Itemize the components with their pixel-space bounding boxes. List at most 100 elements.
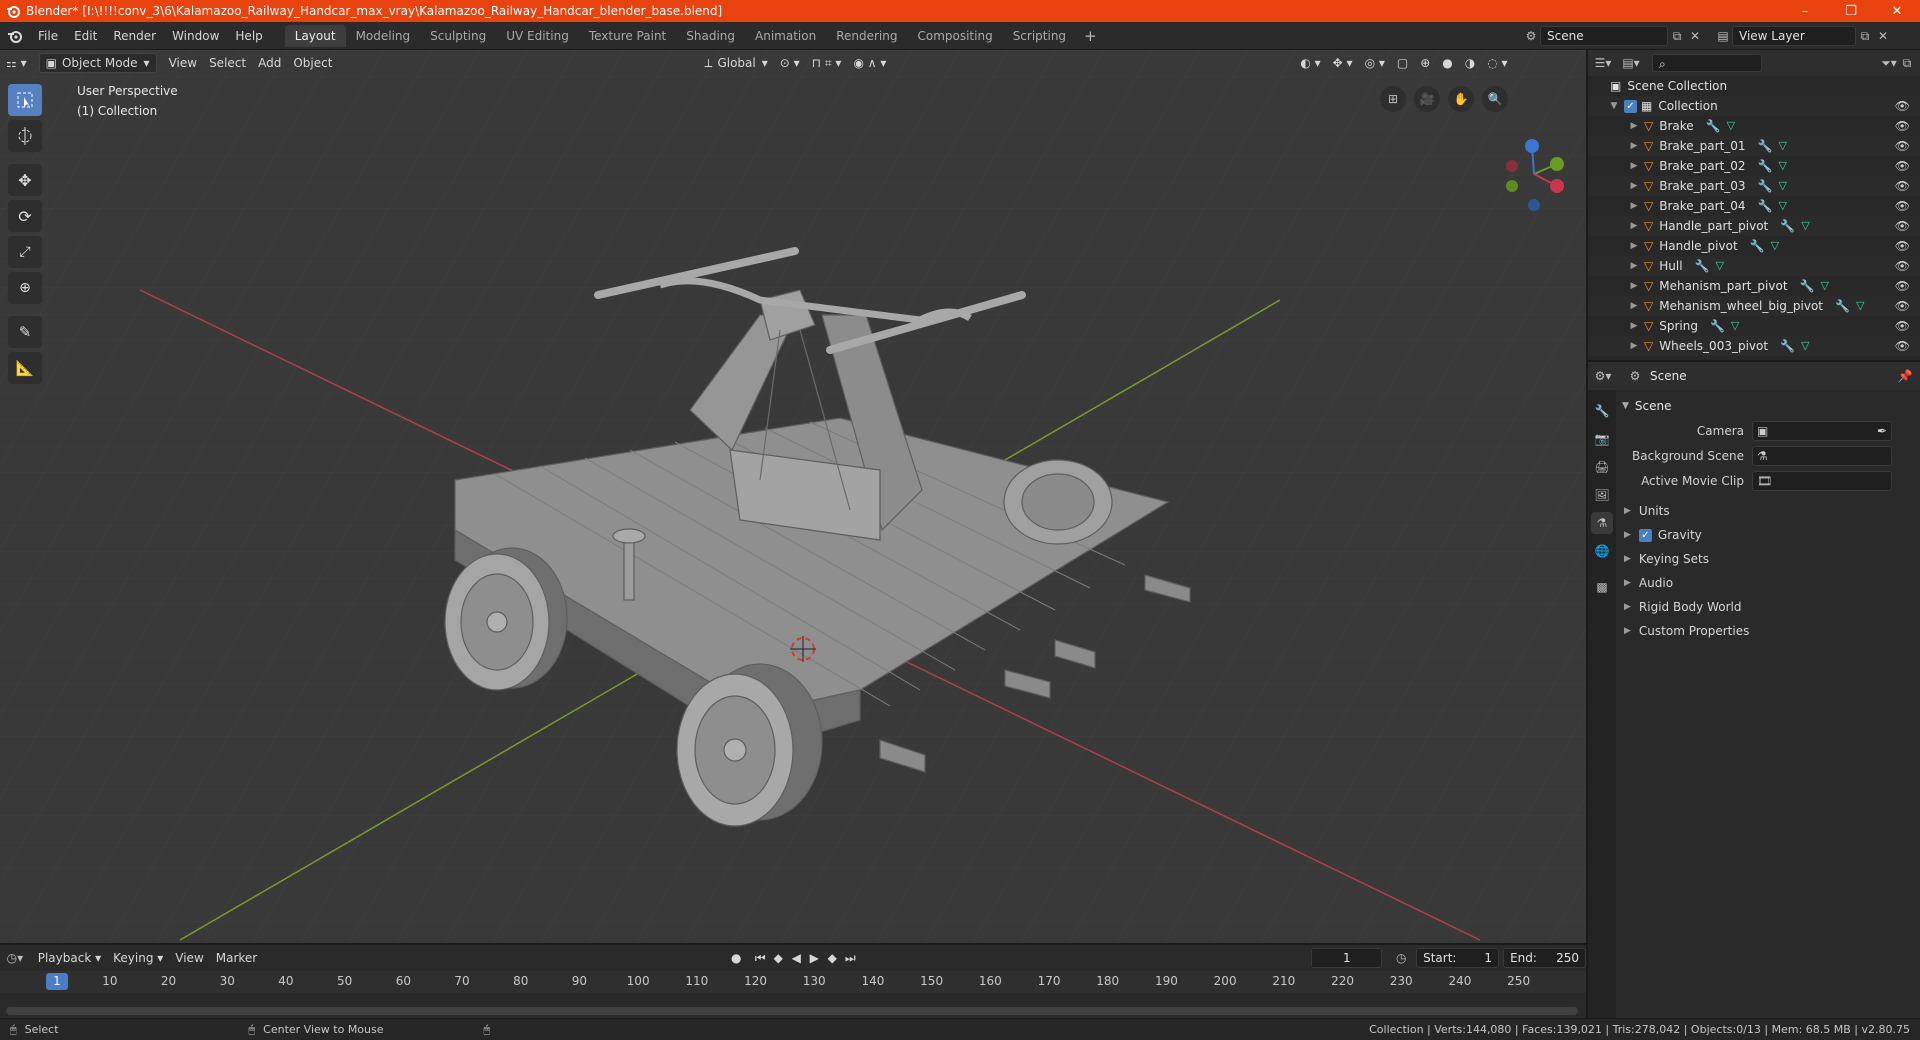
wireframe-shading-icon[interactable]: ⊕ [1414, 53, 1436, 73]
movie-clip-field[interactable]: 🎞 [1752, 470, 1892, 491]
play-reverse-icon[interactable]: ◀ [787, 951, 805, 965]
gizmo-toggle-icon[interactable]: ✥ ▾ [1327, 53, 1359, 73]
add-workspace-button[interactable]: + [1076, 27, 1105, 45]
tab-layout[interactable]: Layout [284, 24, 346, 47]
expand-arrow-icon[interactable]: ▶ [1628, 221, 1640, 231]
mesh-data-icon[interactable]: ▽ [1779, 199, 1787, 213]
next-keyframe-icon[interactable]: ◆ [823, 951, 841, 965]
material-shading-icon[interactable]: ◑ [1459, 53, 1481, 73]
current-frame-indicator[interactable]: 1 [46, 973, 68, 990]
tab-uv-editing[interactable]: UV Editing [496, 25, 579, 47]
timeline-ruler[interactable]: 1 10 20 30 40 50 60 70 80 90 100 110 120 130 140 150 160… [0, 971, 1586, 993]
scale-tool-icon[interactable]: ⤢ [8, 236, 42, 268]
pin-icon[interactable]: 📌 [1896, 367, 1914, 385]
eye-icon[interactable]: 👁 [1895, 159, 1910, 173]
tab-animation[interactable]: Animation [745, 25, 826, 47]
eye-icon[interactable]: 👁 [1895, 139, 1910, 153]
eye-icon[interactable]: 👁 [1895, 339, 1910, 353]
mesh-data-icon[interactable]: ▽ [1801, 219, 1809, 233]
zoom-icon[interactable]: 🔍 [1482, 86, 1508, 112]
solid-shading-icon[interactable]: ● [1436, 53, 1458, 73]
expand-arrow-icon[interactable]: ▶ [1628, 341, 1640, 351]
editor-type-icon[interactable]: ⚙▾ [1594, 367, 1612, 385]
rigid-body-world-panel[interactable]: ▶ Rigid Body World [1616, 595, 1920, 619]
scene-tab-icon[interactable]: ⚗ [1591, 512, 1613, 534]
tab-texture-paint[interactable]: Texture Paint [579, 25, 676, 47]
tab-rendering[interactable]: Rendering [826, 25, 907, 47]
expand-arrow-icon[interactable]: ▶ [1628, 301, 1640, 311]
view-layer-field[interactable]: View Layer [1732, 26, 1856, 46]
outliner-object-row[interactable]: ▶ ▽ Mehanism_part_pivot 🔧 ▽ 👁 [1588, 276, 1920, 296]
wrench-icon[interactable]: 🔧 [1780, 339, 1795, 353]
timeline-scrollbar[interactable] [6, 1007, 1578, 1015]
expand-arrow-icon[interactable]: ▶ [1628, 281, 1640, 291]
mesh-data-icon[interactable]: ▽ [1727, 119, 1735, 133]
mesh-data-icon[interactable]: ▽ [1731, 319, 1739, 333]
jump-start-icon[interactable]: ⏮ [751, 951, 769, 966]
expand-arrow-icon[interactable]: ▶ [1628, 261, 1640, 271]
eye-icon[interactable]: 👁 [1895, 319, 1910, 333]
expand-arrow-icon[interactable]: ▶ [1628, 201, 1640, 211]
record-icon[interactable]: ● [727, 951, 745, 965]
scene-panel-header[interactable]: ▼ Scene [1616, 394, 1920, 418]
render-tab-icon[interactable]: 📷 [1591, 428, 1613, 450]
transform-tool-icon[interactable]: ⊕ [8, 272, 42, 304]
tab-scripting[interactable]: Scripting [1003, 25, 1076, 47]
menu-help[interactable]: Help [227, 25, 270, 47]
wrench-icon[interactable]: 🔧 [1758, 159, 1773, 173]
select-box-tool-icon[interactable] [8, 84, 42, 116]
expand-arrow-icon[interactable]: ▶ [1628, 161, 1640, 171]
wrench-icon[interactable]: 🔧 [1758, 139, 1773, 153]
view-menu[interactable]: View [163, 53, 203, 73]
wrench-icon[interactable]: 🔧 [1800, 279, 1815, 293]
maximize-button[interactable]: ❐ [1828, 0, 1874, 22]
new-view-layer-icon[interactable]: ⧉ [1856, 27, 1874, 45]
add-menu[interactable]: Add [252, 53, 287, 73]
play-icon[interactable]: ▶ [805, 951, 823, 965]
outliner-object-row[interactable]: ▶ ▽ Brake_part_04 🔧 ▽ 👁 [1588, 196, 1920, 216]
eye-icon[interactable]: 👁 [1895, 119, 1910, 133]
eye-icon[interactable]: 👁 [1895, 259, 1910, 273]
mode-dropdown[interactable]: ▣ Object Mode ▾ [38, 53, 157, 73]
delete-view-layer-icon[interactable]: ✕ [1874, 27, 1892, 45]
snap-icon[interactable]: ⊓ ⌗ ▾ [806, 53, 848, 73]
eye-icon[interactable]: 👁 [1895, 219, 1910, 233]
mesh-data-icon[interactable]: ▽ [1856, 299, 1864, 313]
wrench-icon[interactable]: 🔧 [1695, 259, 1710, 273]
expand-arrow-icon[interactable]: ▶ [1628, 141, 1640, 151]
output-tab-icon[interactable]: 🖨 [1591, 456, 1613, 478]
playback-menu[interactable]: Playback ▾ [32, 948, 107, 968]
keying-sets-panel[interactable]: ▶ Keying Sets [1616, 547, 1920, 571]
outliner-object-row[interactable]: ▶ ▽ Brake_part_01 🔧 ▽ 👁 [1588, 136, 1920, 156]
outliner-object-row[interactable]: ▶ ▽ Brake 🔧 ▽ 👁 [1588, 116, 1920, 136]
outliner-scene-collection[interactable]: ▣ Scene Collection [1588, 76, 1920, 96]
jump-end-icon[interactable]: ⏭ [841, 951, 859, 966]
eye-icon[interactable]: 👁 [1895, 199, 1910, 213]
prev-keyframe-icon[interactable]: ◆ [769, 951, 787, 965]
expand-arrow-icon[interactable]: ▶ [1628, 181, 1640, 191]
camera-field[interactable]: ▣ ✒ [1752, 420, 1892, 441]
timeline-view-menu[interactable]: View [169, 948, 209, 968]
new-collection-icon[interactable]: ⧉ [1898, 54, 1916, 72]
texture-tab-icon[interactable]: ▩ [1591, 576, 1613, 598]
move-tool-icon[interactable]: ✥ [8, 164, 42, 196]
rendered-shading-icon[interactable]: ◌ ▾ [1481, 53, 1513, 73]
pivot-point-icon[interactable]: ⊙ ▾ [774, 53, 806, 73]
units-panel[interactable]: ▶ Units [1616, 499, 1920, 523]
cursor-tool-icon[interactable] [8, 120, 42, 152]
minimize-button[interactable]: – [1782, 0, 1828, 22]
outliner-collection-row[interactable]: ▼ ✓ ▦ Collection 👁 [1588, 96, 1920, 116]
expand-arrow-icon[interactable]: ▼ [1608, 101, 1620, 111]
annotate-tool-icon[interactable]: ✎ [8, 316, 42, 348]
mesh-data-icon[interactable]: ▽ [1820, 279, 1828, 293]
3d-viewport[interactable]: ⚏ ▾ ▣ Object Mode ▾ View Select Add Obje… [0, 50, 1586, 943]
filter-icon[interactable]: ⏷▾ [1880, 54, 1898, 72]
new-scene-icon[interactable]: ⧉ [1668, 27, 1686, 45]
transform-orientation-dropdown[interactable]: ⟂ Global ▾ [698, 53, 773, 73]
outliner-object-row[interactable]: ▶ ▽ Wheels_003_pivot 🔧 ▽ 👁 [1588, 336, 1920, 356]
outliner-object-row[interactable]: ▶ ▽ Mehanism_wheel_big_pivot 🔧 ▽ 👁 [1588, 296, 1920, 316]
mesh-data-icon[interactable]: ▽ [1779, 139, 1787, 153]
tab-compositing[interactable]: Compositing [907, 25, 1002, 47]
eye-icon[interactable]: 👁 [1895, 99, 1910, 113]
outliner-object-row[interactable]: ▶ ▽ Spring 🔧 ▽ 👁 [1588, 316, 1920, 336]
